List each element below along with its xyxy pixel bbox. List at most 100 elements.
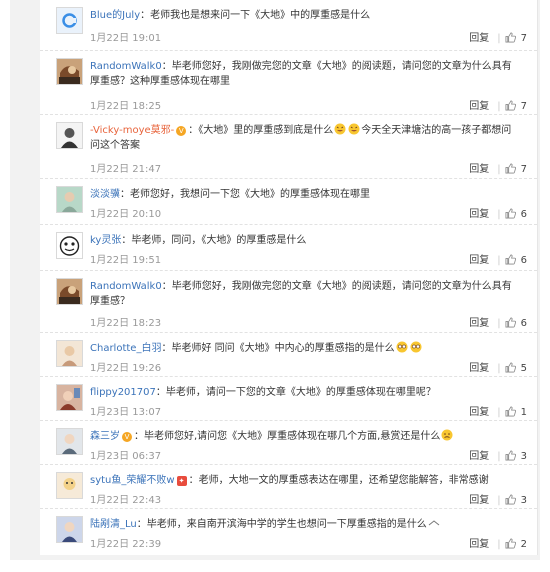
avatar-image [57,341,82,366]
reply-button[interactable]: 回复 [469,363,489,374]
comment-item: sytu鱼_荣耀不败w ✦ ：老师，大地一文的厚重感表达在哪里，还希望您能解答，非常… [40,464,537,508]
timestamp: 1月22日 21:47 [90,164,162,175]
comment-body: 陆剐清_Lu：毕老师，来自南开滨海中学的学生也想问一下厚重感指的是什么 [90,517,520,532]
comment-text: ：毕老师，同问，《大地》的厚重感是什么 [121,235,307,246]
comment-actions: 回复 | 6 [469,251,527,266]
like-button[interactable]: 7 [505,163,527,175]
avatar-image [57,385,82,410]
comment-body: Blue的July：老师我也是想来问一下《大地》中的厚重感是什么 [90,8,520,23]
avatar[interactable] [56,472,83,499]
reply-button[interactable]: 回复 [469,209,489,220]
thumbs-up-icon [505,163,516,174]
user-name[interactable]: RandomWalk0 [90,281,162,292]
timestamp: 1月22日 18:25 [90,101,162,112]
timestamp: 1月22日 19:01 [90,33,162,44]
reply-button[interactable]: 回复 [469,539,489,550]
reply-button[interactable]: 回复 [469,407,489,418]
user-name[interactable]: 森三岁 [90,431,120,442]
like-button[interactable]: 7 [505,100,527,112]
user-name[interactable]: Blue的July [90,10,140,21]
reply-button[interactable]: 回复 [469,495,489,506]
comment-body: ky灵张：毕老师，同问，《大地》的厚重感是什么 [90,233,520,248]
user-name[interactable]: sytu鱼_荣耀不败w [90,475,175,486]
comment-item: Charlotte_白羽：毕老师好 同问《大地》中内心的厚重感指的是什么 1月2… [40,332,537,376]
thumbs-up-icon [505,254,516,265]
like-button[interactable]: 3 [505,450,527,462]
reply-button[interactable]: 回复 [469,255,489,266]
reply-button[interactable]: 回复 [469,101,489,112]
comment-actions: 回复 | 2 [469,535,527,550]
user-name[interactable]: 陆剐清_Lu [90,519,137,530]
divider: | [497,318,501,329]
laughing-emoji-icon [396,341,408,353]
timestamp: 1月22日 22:39 [90,539,162,550]
reply-button[interactable]: 回复 [469,318,489,329]
emoji-icon [428,520,440,526]
comment-item: -Vicky-moye莫邪- V ：《大地》里的厚重感到底是什么 今天全天津塘沽的高一… [40,114,537,175]
avatar[interactable] [56,340,83,367]
like-button[interactable]: 3 [505,494,527,506]
comment-actions: 回复 | 5 [469,359,527,374]
timestamp: 1月22日 22:43 [90,495,162,506]
user-name[interactable]: RandomWalk0 [90,61,162,72]
avatar[interactable] [56,516,83,543]
comment-actions: 回复 | 7 [469,160,527,175]
comment-body: Charlotte_白羽：毕老师好 同问《大地》中内心的厚重感指的是什么 [90,341,520,356]
like-button[interactable]: 2 [505,538,527,550]
like-button[interactable]: 1 [505,406,527,418]
thumbs-up-icon [505,406,516,417]
divider: | [497,164,501,175]
comment-list: Blue的July：老师我也是想来问一下《大地》中的厚重感是什么 1月22日 1… [40,0,538,555]
comment-text: ：老师，大地一文的厚重感表达在哪里，还希望您能解答，非常感谢 [188,475,489,486]
user-name[interactable]: 淡淡骥 [90,189,120,200]
avatar[interactable] [56,122,83,149]
timestamp: 1月22日 19:26 [90,363,162,374]
like-button[interactable]: 6 [505,208,527,220]
comment-actions: 回复 | 6 [469,314,527,329]
reply-button[interactable]: 回复 [469,164,489,175]
divider: | [497,209,501,220]
avatar[interactable] [56,278,83,305]
like-button[interactable]: 6 [505,254,527,266]
v-badge-icon: V [122,432,132,442]
like-button[interactable]: 6 [505,317,527,329]
comment-actions: 回复 | 7 [469,29,527,44]
timestamp: 1月22日 19:51 [90,255,162,266]
like-button[interactable]: 7 [505,32,527,44]
thumbs-up-icon [505,100,516,111]
avatar[interactable] [56,186,83,213]
divider: | [497,255,501,266]
avatar[interactable] [56,428,83,455]
laughing-emoji-icon [348,123,360,135]
divider: | [497,451,501,462]
user-name[interactable]: Charlotte_白羽 [90,343,161,354]
comment-body: RandomWalk0：毕老师您好，我刚做完您的文章《大地》的阅读题，请问您的文… [90,59,520,89]
thumbs-up-icon [505,208,516,219]
user-name[interactable]: ky灵张 [90,235,121,246]
user-name[interactable]: flippy201707 [90,387,156,398]
user-name[interactable]: -Vicky-moye莫邪- [90,125,174,136]
comment-item: RandomWalk0：毕老师您好，我刚做完您的文章《大地》的阅读题，请问您的文… [40,50,537,112]
avatar[interactable] [56,7,83,34]
like-count: 1 [520,407,527,418]
reply-button[interactable]: 回复 [469,33,489,44]
like-count: 6 [520,318,527,329]
thumbs-up-icon [505,538,516,549]
like-count: 3 [520,451,527,462]
timestamp: 1月23日 06:37 [90,451,162,462]
like-button[interactable]: 5 [505,362,527,374]
comment-actions: 回复 | 3 [469,447,527,462]
comment-text: ：老师我也是想来问一下《大地》中的厚重感是什么 [140,10,371,21]
comment-text: ：老师您好，我想问一下您《大地》的厚重感体现在哪里 [120,189,370,200]
avatar[interactable] [56,232,83,259]
comment-item: 森三岁 V ：毕老师您好,请问您《大地》厚重感体现在哪几个方面,悬赏还是什么 1月2… [40,420,537,464]
divider: | [497,407,501,418]
avatar-image [57,8,82,33]
reply-button[interactable]: 回复 [469,451,489,462]
comment-item: flippy201707：毕老师，请问一下您的文章《大地》的厚重感体现在哪里呢？… [40,376,537,420]
comment-item: ky灵张：毕老师，同问，《大地》的厚重感是什么 1月22日 19:51 回复 | 6 [40,224,537,268]
avatar[interactable] [56,58,83,85]
avatar[interactable] [56,384,83,411]
avatar-image [57,517,82,542]
like-count: 2 [520,539,527,550]
